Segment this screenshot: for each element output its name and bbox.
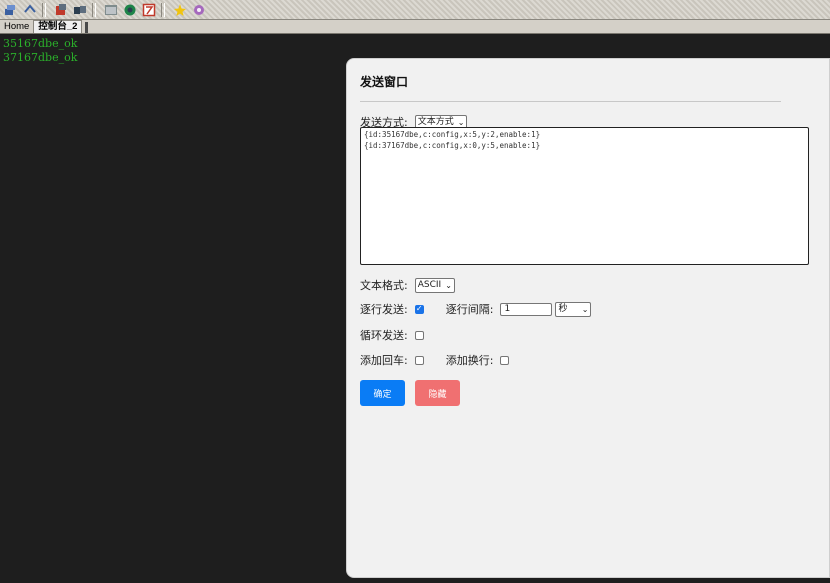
toolbar-separator bbox=[42, 2, 46, 17]
content-line: {id:35167dbe,c:config,x:5,y:2,enable:1} bbox=[364, 130, 541, 139]
loop-send-row: 循环发送: bbox=[360, 327, 424, 343]
chevron-down-icon: ⌄ bbox=[581, 304, 589, 314]
tab-grip[interactable] bbox=[85, 22, 89, 33]
line-send-checkbox[interactable]: ✓ bbox=[414, 304, 424, 314]
loop-send-checkbox[interactable] bbox=[414, 330, 424, 340]
line-send-label: 逐行发送: bbox=[360, 303, 408, 316]
settings-icon[interactable] bbox=[191, 2, 207, 18]
lock-icon[interactable] bbox=[53, 2, 69, 18]
record-icon[interactable] bbox=[122, 2, 138, 18]
hide-button[interactable]: 隐藏 bbox=[415, 380, 460, 406]
transfer-icon[interactable] bbox=[72, 2, 88, 18]
line-send-row: 逐行发送: ✓ 逐行间隔: 1 秒 ⌄ bbox=[360, 301, 592, 317]
tab-console-2[interactable]: 控制台_2 bbox=[33, 20, 83, 33]
interval-unit-value: 秒 bbox=[558, 303, 568, 314]
tab-home[interactable]: Home bbox=[0, 21, 33, 33]
text-format-row: 文本格式: ASCII ⌄ bbox=[360, 277, 455, 293]
toolbar-separator bbox=[161, 2, 165, 17]
toolbar-separator bbox=[92, 2, 96, 17]
add-cr-label: 添加回车: bbox=[360, 354, 408, 367]
tab-strip: Home 控制台_2 bbox=[0, 20, 830, 34]
send-content-textarea[interactable]: {id:35167dbe,c:config,x:5,y:2,enable:1} … bbox=[360, 127, 809, 265]
console-line: 37167dbe_ok bbox=[3, 51, 78, 64]
ok-button[interactable]: 确定 bbox=[360, 380, 405, 406]
chevron-down-icon: ⌄ bbox=[445, 280, 452, 290]
interval-unit-select[interactable]: 秒 ⌄ bbox=[555, 301, 592, 317]
console-output[interactable]: 35167dbe_ok 37167dbe_ok bbox=[3, 37, 77, 65]
text-format-select[interactable]: ASCII ⌄ bbox=[414, 277, 455, 293]
line-interval-input[interactable]: 1 bbox=[500, 302, 553, 316]
script-icon[interactable] bbox=[141, 2, 157, 18]
disconnect-icon[interactable] bbox=[22, 2, 38, 18]
add-lf-checkbox[interactable] bbox=[500, 355, 510, 365]
text-format-label: 文本格式: bbox=[360, 279, 408, 292]
terminal-icon[interactable] bbox=[103, 2, 119, 18]
send-dialog: 发送窗口 发送方式: 文本方式 ⌄ {id:35167dbe,c:config,… bbox=[346, 58, 830, 578]
line-interval-label: 逐行间隔: bbox=[445, 303, 494, 316]
dialog-divider bbox=[360, 101, 781, 102]
dialog-title: 发送窗口 bbox=[360, 75, 409, 89]
connect-icon[interactable] bbox=[3, 2, 19, 18]
add-cr-checkbox[interactable] bbox=[414, 355, 424, 365]
star-icon[interactable] bbox=[172, 2, 188, 18]
content-line: {id:37167dbe,c:config,x:0,y:5,enable:1} bbox=[364, 141, 541, 150]
console-line: 35167dbe_ok bbox=[3, 37, 78, 50]
toolbar bbox=[0, 0, 830, 20]
text-format-value: ASCII bbox=[417, 279, 442, 290]
add-lf-label: 添加换行: bbox=[445, 354, 494, 367]
loop-send-label: 循环发送: bbox=[360, 329, 408, 342]
line-ending-row: 添加回车: 添加换行: bbox=[360, 352, 510, 368]
